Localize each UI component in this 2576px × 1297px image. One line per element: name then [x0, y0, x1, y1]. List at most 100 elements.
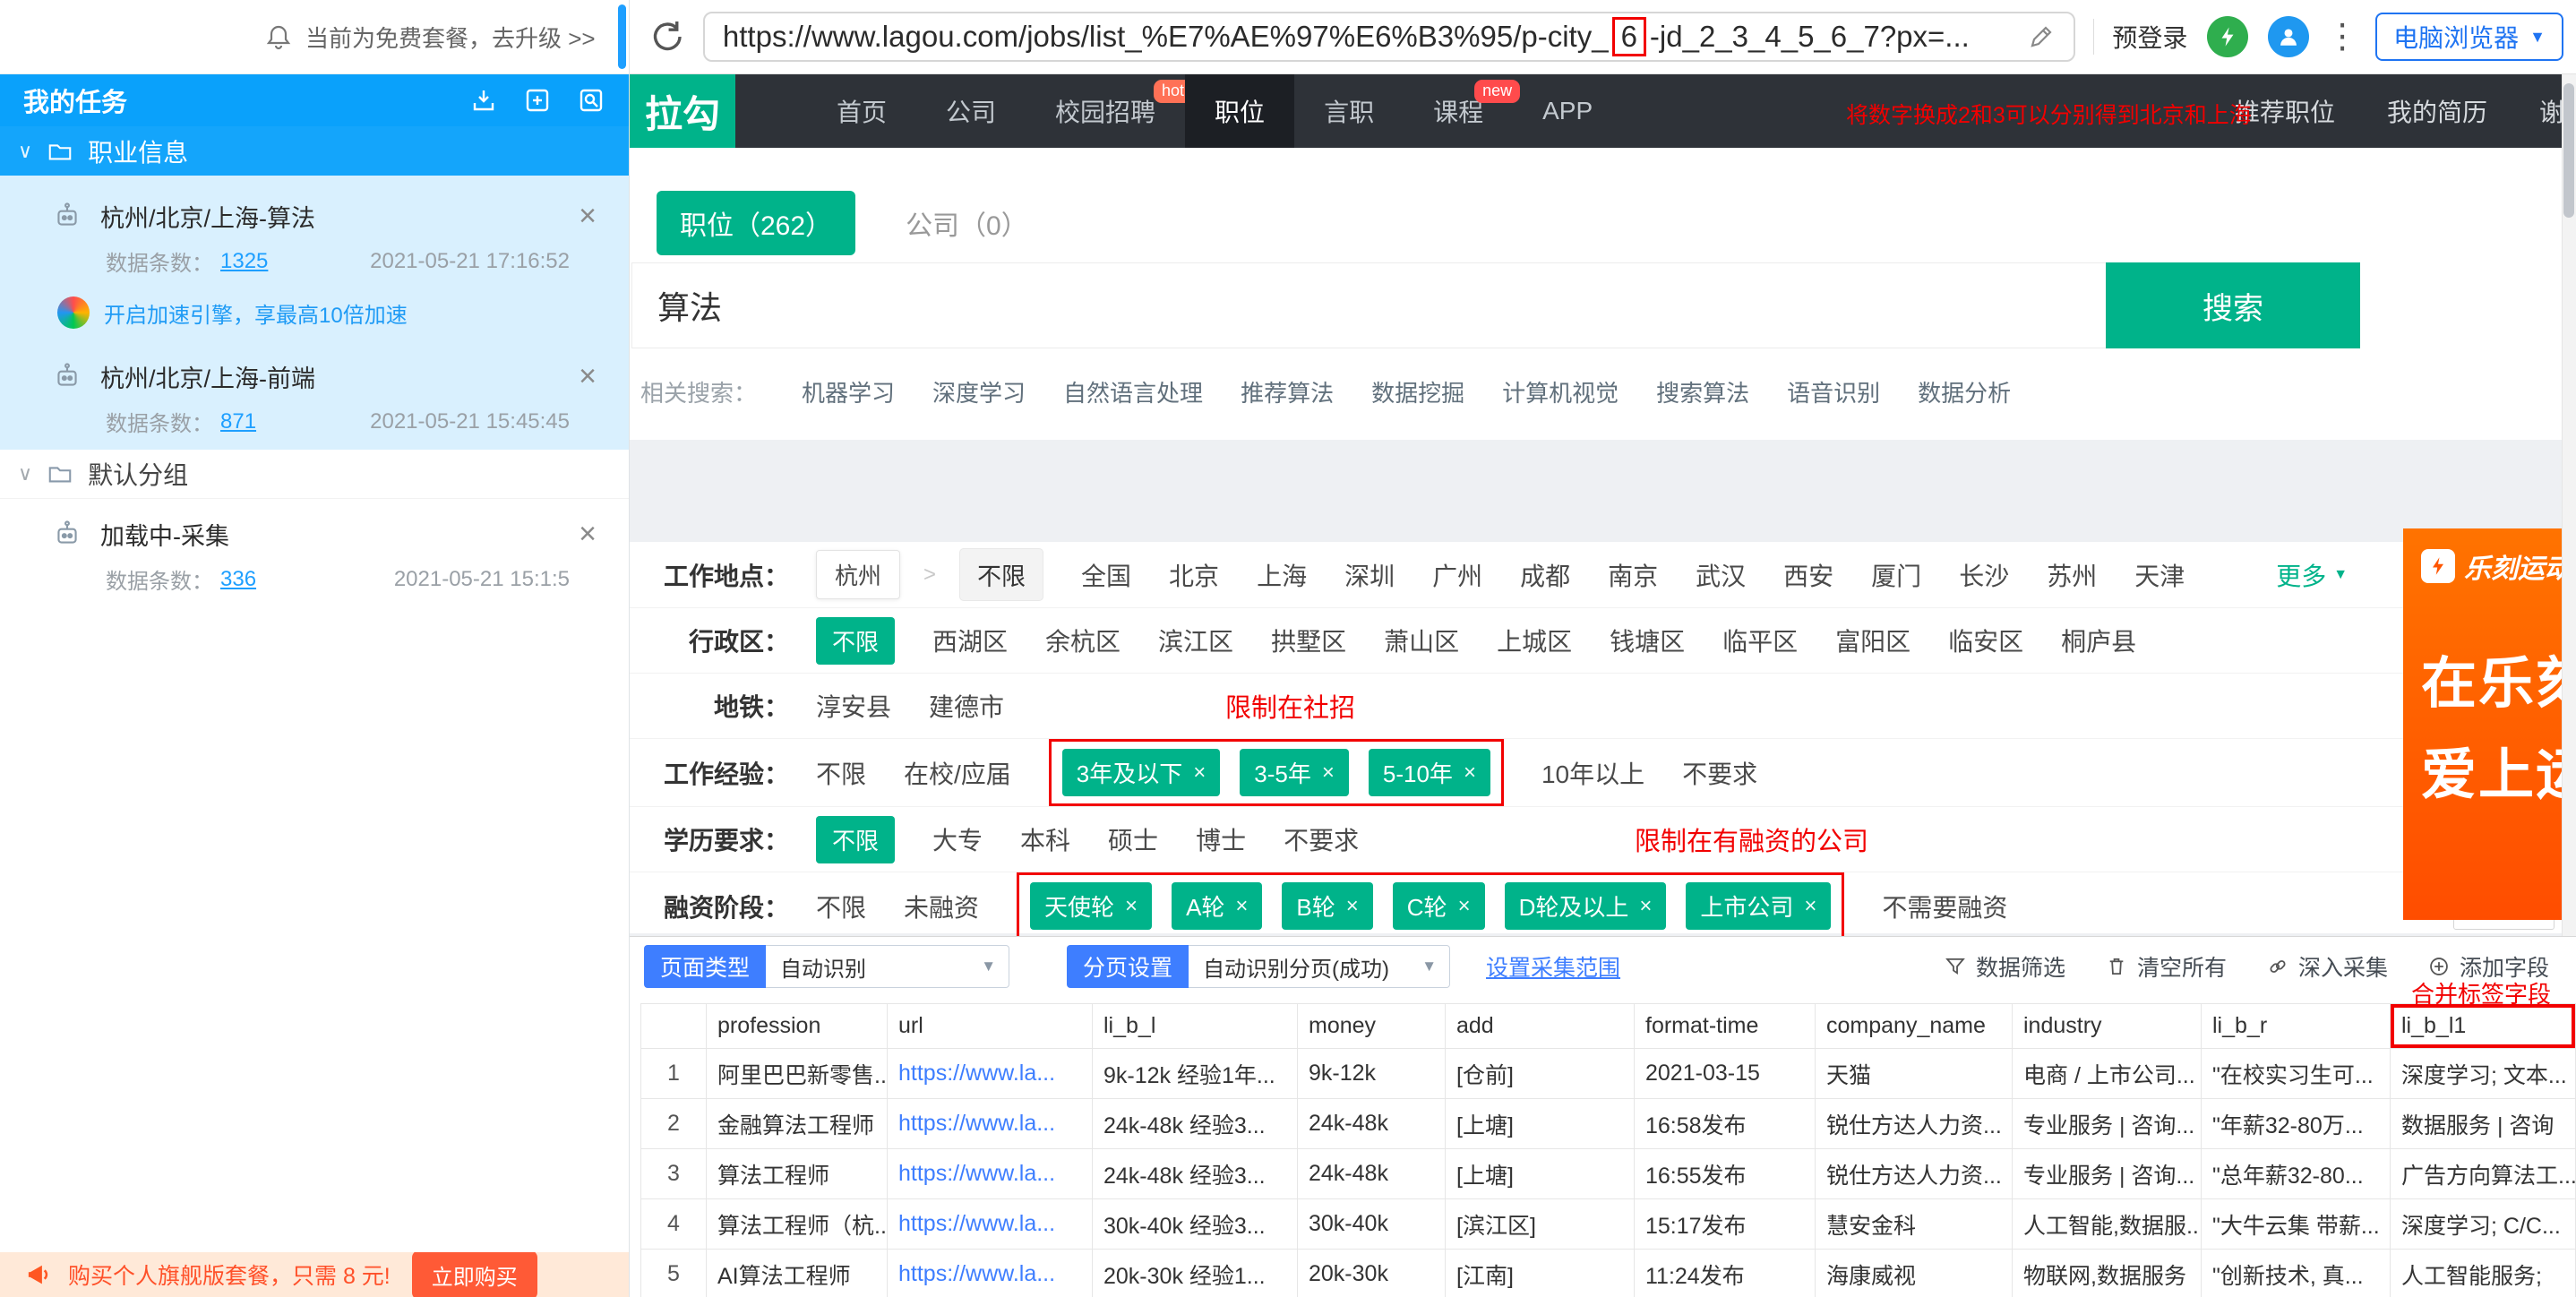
- remove-tag-icon[interactable]: ×: [1322, 760, 1335, 786]
- task-item[interactable]: 加载中-采集 × 数据条数： 336 2021-05-21 15:1:5: [0, 499, 629, 607]
- district-option[interactable]: 余杭区: [1045, 623, 1121, 658]
- remove-tag-icon[interactable]: ×: [1125, 894, 1138, 919]
- money-cell[interactable]: 20k-30k: [1298, 1250, 1446, 1297]
- li-b-l1-cell[interactable]: 深度学习; 文本...: [2391, 1049, 2576, 1099]
- industry-cell[interactable]: 人工智能,数据服...: [2013, 1199, 2202, 1250]
- li-b-l-cell[interactable]: 9k-12k 经验1年...: [1093, 1049, 1298, 1099]
- related-search-item[interactable]: 数据分析: [1918, 375, 2011, 408]
- lagou-logo[interactable]: 拉勾: [630, 74, 735, 148]
- li-b-r-cell[interactable]: "大牛云集 带薪...: [2202, 1199, 2391, 1250]
- company-name-cell[interactable]: 锐仕方达人力资...: [1816, 1149, 2013, 1199]
- funding-tag[interactable]: D轮及以上×: [1505, 882, 1667, 930]
- refresh-icon[interactable]: [648, 18, 685, 56]
- table-row[interactable]: 4 算法工程师（杭... https://www.la... 30k-40k 经…: [641, 1199, 2576, 1250]
- chevron-down-icon[interactable]: ∨: [18, 140, 32, 163]
- nav-item-home[interactable]: 首页: [807, 74, 916, 148]
- industry-cell[interactable]: 专业服务 | 咨询...: [2013, 1099, 2202, 1149]
- experience-option[interactable]: 不要求: [1682, 755, 1757, 791]
- funding-tag[interactable]: A轮×: [1172, 882, 1262, 930]
- column-header[interactable]: industry: [2013, 1004, 2202, 1049]
- li-b-r-cell[interactable]: "在校实习生可...: [2202, 1049, 2391, 1099]
- new-task-icon[interactable]: [523, 86, 552, 115]
- li-b-l-cell[interactable]: 30k-40k 经验3...: [1093, 1199, 1298, 1250]
- sidebar-group-career[interactable]: ∨ 职业信息: [0, 126, 629, 176]
- metro-option[interactable]: 淳安县: [816, 688, 891, 724]
- task-count-link[interactable]: 336: [220, 567, 256, 592]
- money-cell[interactable]: 24k-48k: [1298, 1099, 1446, 1149]
- city-option[interactable]: 全国: [1081, 557, 1131, 593]
- close-task-icon[interactable]: ×: [579, 519, 597, 549]
- speed-icon[interactable]: [2207, 16, 2248, 57]
- city-option[interactable]: 深圳: [1344, 557, 1395, 593]
- nav-username[interactable]: 谢: [2539, 93, 2562, 129]
- experience-tag[interactable]: 5-10年×: [1369, 749, 1490, 796]
- education-option[interactable]: 大专: [932, 821, 983, 857]
- nav-my-resume[interactable]: 我的简历: [2387, 93, 2487, 129]
- deep-scrape-button[interactable]: 深入采集: [2266, 950, 2388, 983]
- district-option[interactable]: 富阳区: [1835, 623, 1911, 658]
- nav-item-app[interactable]: APP: [1513, 74, 1622, 148]
- nav-item-campus[interactable]: 校园招聘hot: [1026, 74, 1185, 148]
- remove-tag-icon[interactable]: ×: [1464, 760, 1476, 786]
- buy-now-button[interactable]: 立即购买: [412, 1252, 537, 1297]
- add-cell[interactable]: [仓前]: [1446, 1049, 1635, 1099]
- import-task-icon[interactable]: [469, 86, 498, 115]
- location-crumb[interactable]: 杭州: [816, 550, 900, 599]
- menu-dots-icon[interactable]: ⋮: [2325, 20, 2359, 54]
- add-cell[interactable]: [上塘]: [1446, 1099, 1635, 1149]
- funding-option[interactable]: 不限: [816, 889, 866, 924]
- li-b-l1-cell[interactable]: 广告方向算法工...: [2391, 1149, 2576, 1199]
- tab-companies-count[interactable]: 公司（0）: [906, 203, 1028, 243]
- job-search-input[interactable]: [631, 262, 2106, 348]
- city-option[interactable]: 长沙: [1959, 557, 2009, 593]
- add-cell[interactable]: [滨江区]: [1446, 1199, 1635, 1250]
- url-bar[interactable]: https://www.lagou.com/jobs/list_%E7%AE%9…: [703, 12, 2075, 62]
- profession-cell[interactable]: 阿里巴巴新零售...: [707, 1049, 888, 1099]
- education-option[interactable]: 不要求: [1284, 821, 1359, 857]
- industry-cell[interactable]: 专业服务 | 咨询...: [2013, 1149, 2202, 1199]
- related-search-item[interactable]: 数据挖掘: [1371, 375, 1464, 408]
- company-name-cell[interactable]: 天猫: [1816, 1049, 2013, 1099]
- company-name-cell[interactable]: 锐仕方达人力资...: [1816, 1099, 2013, 1149]
- add-cell[interactable]: [上塘]: [1446, 1149, 1635, 1199]
- profession-cell[interactable]: 金融算法工程师: [707, 1099, 888, 1149]
- district-selected-option[interactable]: 不限: [816, 617, 895, 665]
- metro-option[interactable]: 建德市: [929, 688, 1004, 724]
- profession-cell[interactable]: AI算法工程师: [707, 1250, 888, 1297]
- column-header[interactable]: add: [1446, 1004, 1635, 1049]
- edit-url-icon[interactable]: [2027, 22, 2056, 51]
- city-option[interactable]: 厦门: [1871, 557, 1921, 593]
- location-selected-option[interactable]: 不限: [959, 548, 1043, 601]
- experience-option[interactable]: 不限: [816, 755, 866, 791]
- city-option[interactable]: 天津: [2134, 557, 2185, 593]
- table-row[interactable]: 2 金融算法工程师 https://www.la... 24k-48k 经验3.…: [641, 1099, 2576, 1149]
- related-search-item[interactable]: 深度学习: [932, 375, 1026, 408]
- profession-cell[interactable]: 算法工程师: [707, 1149, 888, 1199]
- sidebar-scrollbar-thumb[interactable]: [618, 4, 626, 69]
- district-option[interactable]: 西湖区: [932, 623, 1008, 658]
- remove-tag-icon[interactable]: ×: [1804, 894, 1816, 919]
- district-option[interactable]: 临平区: [1722, 623, 1798, 658]
- search-button[interactable]: 搜索: [2106, 262, 2360, 348]
- url-cell[interactable]: https://www.la...: [888, 1149, 1093, 1199]
- task-count-link[interactable]: 1325: [220, 249, 268, 274]
- remove-tag-icon[interactable]: ×: [1458, 894, 1471, 919]
- column-header[interactable]: format-time: [1635, 1004, 1816, 1049]
- funding-option[interactable]: 不需要融资: [1882, 889, 2007, 924]
- device-mode-button[interactable]: 电脑浏览器 ▼: [2375, 13, 2563, 61]
- nav-item-jobs[interactable]: 职位: [1185, 74, 1294, 148]
- table-row[interactable]: 3 算法工程师 https://www.la... 24k-48k 经验3...…: [641, 1149, 2576, 1199]
- company-name-cell[interactable]: 海康威视: [1816, 1250, 2013, 1297]
- column-header[interactable]: profession: [707, 1004, 888, 1049]
- li-b-r-cell[interactable]: "创新技术, 真...: [2202, 1250, 2391, 1297]
- money-cell[interactable]: 30k-40k: [1298, 1199, 1446, 1250]
- sidebar-group-default[interactable]: ∨ 默认分组: [0, 450, 629, 499]
- profession-cell[interactable]: 算法工程师（杭...: [707, 1199, 888, 1250]
- district-option[interactable]: 萧山区: [1384, 623, 1459, 658]
- account-icon[interactable]: [2268, 16, 2309, 57]
- upgrade-promo-bar[interactable]: 购买个人旗舰版套餐，只需 8 元! 立即购买: [0, 1252, 629, 1297]
- education-selected-option[interactable]: 不限: [816, 816, 895, 863]
- district-option[interactable]: 桐庐县: [2061, 623, 2136, 658]
- li-b-r-cell[interactable]: "总年薪32-80...: [2202, 1149, 2391, 1199]
- task-item[interactable]: 杭州/北京/上海-前端 × 数据条数： 871 2021-05-21 15:45…: [0, 341, 629, 450]
